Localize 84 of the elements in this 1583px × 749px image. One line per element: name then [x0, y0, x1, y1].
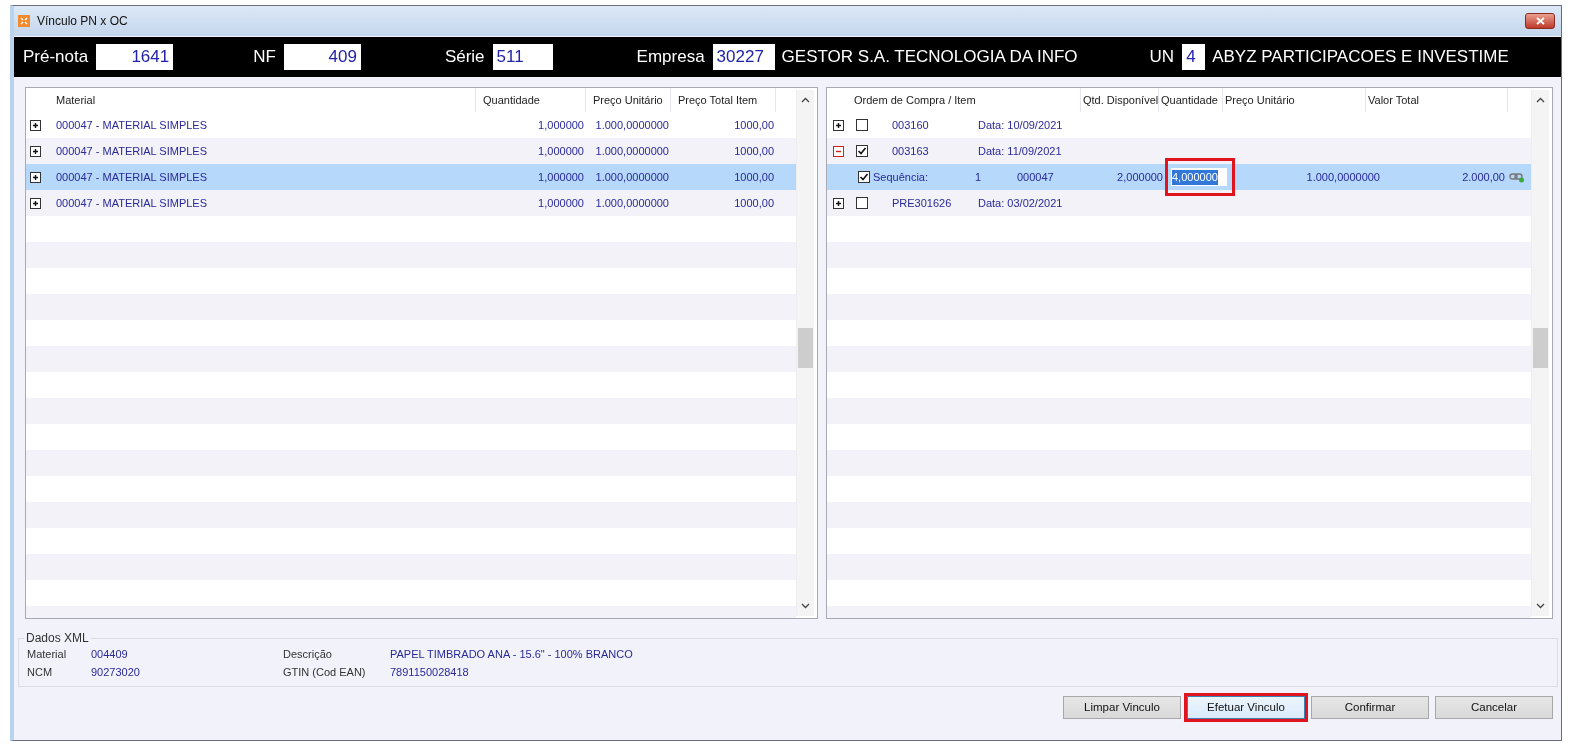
table-cell-text: 1000,00	[733, 171, 775, 183]
scrollbar-thumb[interactable]	[798, 327, 813, 368]
table-cell-text: 1,000000	[537, 119, 585, 131]
table-cell-text: 1.000,0000000	[594, 145, 670, 157]
table-cell-text: Data: 03/02/2021	[978, 197, 1064, 209]
table-cell-text: 2,000000	[1116, 171, 1163, 183]
action-button[interactable]: Cancelar	[1435, 695, 1553, 719]
checkbox[interactable]	[856, 197, 868, 209]
collapse-icon[interactable]	[833, 145, 844, 157]
table-row[interactable]: 000047 - MATERIAL SIMPLES 1,000000 1.000,0000000 1000,00	[26, 164, 796, 190]
expand-icon[interactable]	[833, 119, 844, 131]
table-cell-text: 1000,00	[733, 197, 775, 209]
table-cell-text: 003160	[892, 119, 930, 131]
field-description: ABYZ PARTICIPACOES E INVESTIME	[1212, 47, 1509, 67]
table-cell-text: 000047 - MATERIAL SIMPLES	[56, 145, 208, 157]
input-field[interactable]: 1641	[96, 44, 174, 70]
window-title: Vínculo PN x OC	[37, 14, 129, 28]
field-label: NF	[253, 47, 276, 67]
checkbox[interactable]	[858, 171, 870, 183]
table-cell-text: Data: 11/09/2021	[978, 145, 1063, 157]
expand-icon[interactable]	[30, 119, 41, 131]
table-cell-text: Data: 10/09/2021	[978, 119, 1064, 131]
table-cell-text: 1	[975, 171, 983, 183]
table-row[interactable]: 000047 - MATERIAL SIMPLES 1,000000 1.000,0000000 1000,00	[26, 112, 796, 138]
table-cell-text: 000047 - MATERIAL SIMPLES	[56, 197, 208, 209]
expand-icon[interactable]	[30, 171, 41, 183]
field-value: 7891150028418	[390, 666, 470, 678]
input-field[interactable]: 511	[492, 44, 553, 70]
action-button[interactable]: Efetuar Vinculo	[1187, 695, 1305, 719]
table-cell-text: 1,000000	[537, 197, 585, 209]
table-row[interactable]: PRE301626 Data: 03/02/2021	[827, 190, 1531, 216]
table-row[interactable]: 003163 Data: 11/09/2021	[827, 138, 1531, 164]
expand-icon[interactable]	[30, 197, 41, 209]
table-cell-text: 1,000000	[537, 171, 585, 183]
table-cell-text: Sequência:	[873, 171, 930, 183]
close-button[interactable]	[1525, 13, 1555, 29]
table-cell-text: 2.000,00	[1461, 171, 1505, 183]
field-label: Empresa	[636, 47, 705, 67]
field-label: Pré-nota	[23, 47, 89, 67]
checkbox[interactable]	[856, 119, 868, 131]
chevron-up-icon	[1536, 97, 1545, 103]
table-row[interactable]: 003160 Data: 10/09/2021	[827, 112, 1531, 138]
table-row[interactable]: 000047 - MATERIAL SIMPLES 1,000000 1.000,0000000 1000,00	[26, 138, 796, 164]
action-button[interactable]: Confirmar	[1311, 695, 1429, 719]
table-row[interactable]: Sequência: 1 000047 2,000000 4,000000 1.000,0000000 2.000,00	[827, 164, 1531, 190]
quantity-field[interactable]: 4,000000	[1171, 168, 1227, 186]
table-cell-text: 000047 - MATERIAL SIMPLES	[56, 171, 208, 183]
table-cell-text: 1.000,0000000	[1305, 171, 1380, 183]
input-field[interactable]: 4	[1182, 44, 1206, 70]
app-icon	[18, 15, 30, 27]
chain-link-icon[interactable]	[1509, 171, 1525, 183]
field-label: Série	[444, 47, 485, 67]
table-cell-text: 1.000,0000000	[594, 119, 670, 131]
expand-icon[interactable]	[30, 145, 41, 157]
table-cell-text: PRE301626	[892, 197, 953, 209]
chevron-down-icon	[801, 603, 810, 609]
table-cell-text: 000047 - MATERIAL SIMPLES	[56, 119, 208, 131]
checkbox[interactable]	[856, 145, 868, 157]
table-cell-text: 1000,00	[733, 119, 775, 131]
field-label: NCM	[27, 666, 54, 678]
input-field[interactable]: 409	[283, 44, 361, 70]
field-label: Descrição	[283, 648, 333, 660]
table-cell-text: 1,000000	[537, 145, 585, 157]
field-value: 90273020	[91, 666, 141, 678]
table-cell-text: 1.000,0000000	[594, 171, 670, 183]
table-cell-text: 1000,00	[733, 145, 775, 157]
field-label: GTIN (Cod EAN)	[283, 666, 367, 678]
field-value: 004409	[91, 648, 129, 660]
close-icon	[1535, 17, 1545, 25]
field-description: GESTOR S.A. TECNOLOGIA DA INFO	[781, 47, 1079, 67]
field-label: UN	[1149, 47, 1175, 67]
scrollbar-thumb[interactable]	[1533, 327, 1548, 368]
field-value: PAPEL TIMBRADO ANA - 15.6" - 100% BRANCO	[390, 648, 634, 660]
chevron-down-icon	[1536, 603, 1545, 609]
action-button[interactable]: Limpar Vinculo	[1063, 695, 1181, 719]
expand-icon[interactable]	[833, 197, 844, 209]
table-row[interactable]: 000047 - MATERIAL SIMPLES 1,000000 1.000,0000000 1000,00	[26, 190, 796, 216]
table-cell-text: 000047	[1017, 171, 1055, 183]
input-field[interactable]: 30227	[712, 44, 775, 70]
group-title: Dados XML	[25, 631, 90, 645]
field-label: Material	[27, 648, 68, 660]
chevron-up-icon	[801, 97, 810, 103]
table-cell-text: 003163	[892, 145, 930, 157]
table-cell-text: 1.000,0000000	[594, 197, 670, 209]
